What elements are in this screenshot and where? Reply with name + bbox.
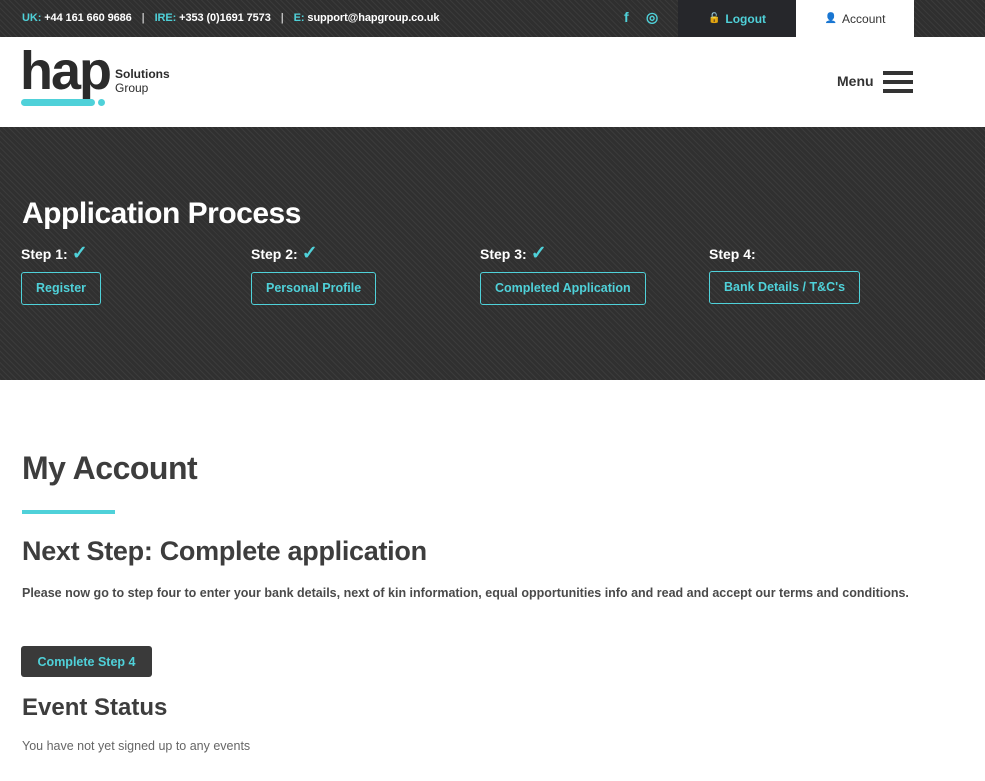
complete-step-4-button[interactable]: Complete Step 4 <box>21 646 152 677</box>
uk-phone-link[interactable]: +44 161 660 9686 <box>44 12 132 24</box>
application-process-banner: Application Process Step 1: ✓ Register S… <box>0 127 985 380</box>
unlock-icon: 🔓 <box>707 13 721 24</box>
completed-application-button[interactable]: Completed Application <box>480 272 646 305</box>
step-1: Step 1: ✓ Register <box>21 243 102 305</box>
ire-label: IRE: <box>154 12 177 24</box>
next-step-description: Please now go to step four to enter your… <box>22 586 909 600</box>
step-2: Step 2: ✓ Personal Profile <box>251 243 377 305</box>
step-4: Step 4: Bank Details / T&C's <box>709 245 861 304</box>
step-3: Step 3: ✓ Completed Application <box>480 243 646 305</box>
checkmark-icon: ✓ <box>301 243 318 264</box>
step-2-label: Step 2: <box>251 246 298 262</box>
register-button[interactable]: Register <box>21 272 102 305</box>
application-process-title: Application Process <box>22 197 301 230</box>
account-label: Account <box>842 11 886 26</box>
logout-label: Logout <box>725 11 767 26</box>
menu-label[interactable]: Menu <box>837 73 874 89</box>
event-status-heading: Event Status <box>22 694 168 721</box>
event-status-text: You have not yet signed up to any events <box>22 739 251 753</box>
title-divider <box>22 510 115 514</box>
step-1-label: Step 1: <box>21 246 68 262</box>
account-button[interactable]: 👤 Account <box>796 0 914 37</box>
top-bar: UK: +44 161 660 9686 | IRE: +353 (0)1691… <box>0 0 985 37</box>
site-header: hap Solutions Group Menu <box>0 37 985 127</box>
checkmark-icon: ✓ <box>71 243 88 264</box>
page-title: My Account <box>22 450 198 486</box>
email-link[interactable]: support@hapgroup.co.uk <box>307 12 439 24</box>
logo-word: hap <box>20 41 112 101</box>
contact-info: UK: +44 161 660 9686 | IRE: +353 (0)1691… <box>22 12 439 24</box>
user-icon: 👤 <box>824 13 838 24</box>
logo-subtitle: Solutions Group <box>115 67 170 95</box>
personal-profile-button[interactable]: Personal Profile <box>251 272 377 305</box>
facebook-icon[interactable]: f <box>624 9 629 25</box>
logout-button[interactable]: 🔓 Logout <box>678 0 796 37</box>
logo-underline <box>21 99 95 106</box>
separator: | <box>280 12 284 24</box>
ire-phone-link[interactable]: +353 (0)1691 7573 <box>179 12 271 24</box>
hamburger-menu-icon[interactable] <box>883 71 913 93</box>
separator: | <box>141 12 145 24</box>
next-step-heading: Next Step: Complete application <box>22 536 427 566</box>
uk-label: UK: <box>22 12 42 24</box>
logo-line-2: Group <box>115 81 149 95</box>
instagram-icon[interactable]: ◎ <box>646 9 658 26</box>
email-label: E: <box>293 12 305 24</box>
step-4-label: Step 4: <box>709 246 756 262</box>
step-3-label: Step 3: <box>480 246 527 262</box>
logo-dot <box>98 99 105 106</box>
logo-line-1: Solutions <box>115 67 170 81</box>
bank-details-button[interactable]: Bank Details / T&C's <box>709 271 861 304</box>
checkmark-icon: ✓ <box>530 243 547 264</box>
